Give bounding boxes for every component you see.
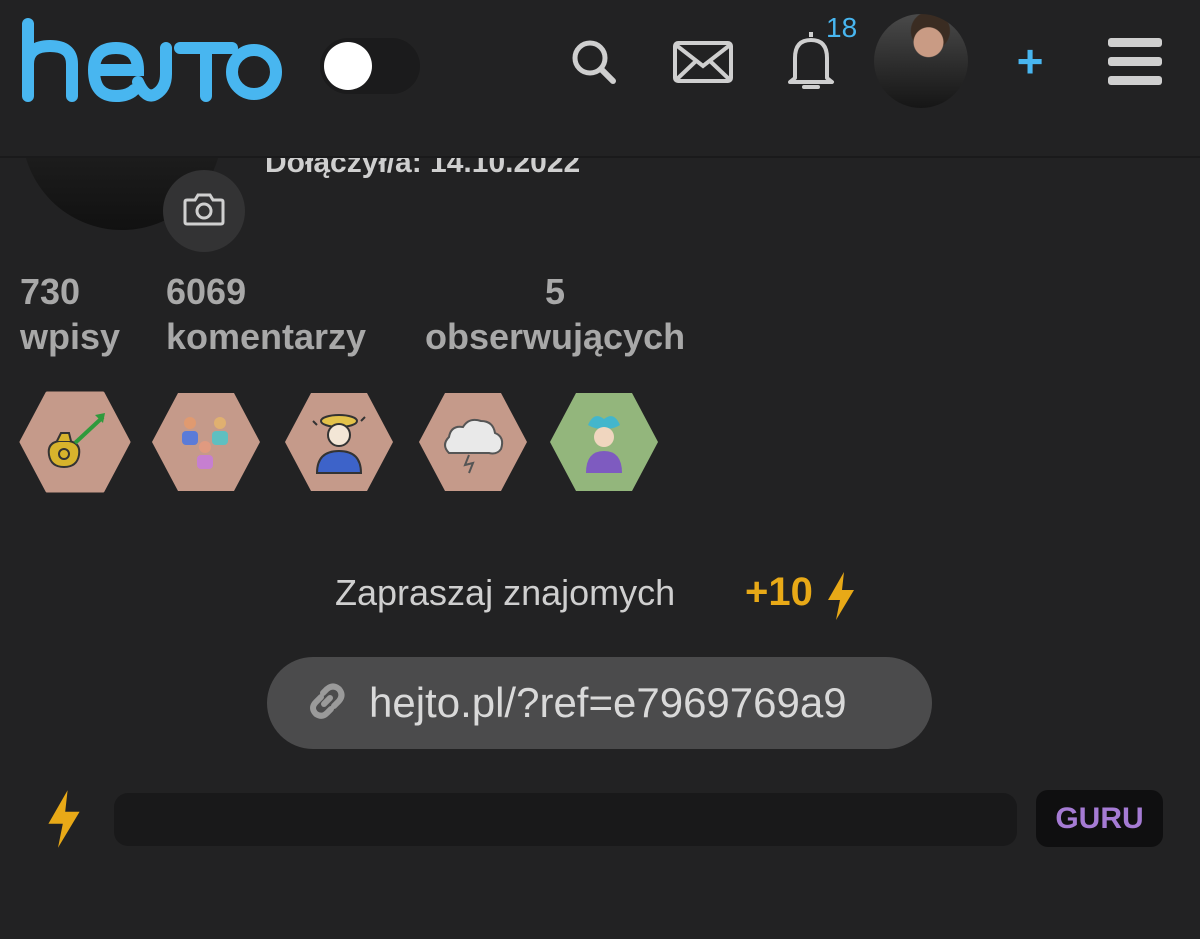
add-post-button[interactable]: + <box>1010 36 1050 86</box>
hejto-logo[interactable] <box>20 18 282 109</box>
top-header: 18 + <box>0 0 1200 158</box>
toggle-knob[interactable] <box>324 42 372 90</box>
stat-label: wpisy <box>20 316 121 357</box>
stat-value: 5 <box>545 271 566 312</box>
stat-value: 730 <box>20 271 81 312</box>
mind-blown-badge[interactable] <box>548 391 660 493</box>
menu-icon[interactable] <box>1108 38 1162 91</box>
referral-link-button[interactable]: hejto.pl/?ref=e7969769a9 <box>267 657 932 749</box>
lightning-icon <box>46 790 82 853</box>
stat-value: 6069 <box>166 271 247 312</box>
stat-label: obserwujących <box>425 316 686 357</box>
money-growth-badge[interactable] <box>19 391 131 493</box>
stat-posts[interactable]: 730 wpisy <box>20 270 120 360</box>
notification-count: 18 <box>826 12 858 43</box>
rank-badge[interactable]: GURU <box>1036 790 1163 847</box>
user-avatar[interactable] <box>874 14 968 108</box>
invite-bonus: +10 <box>745 570 813 614</box>
stat-comments[interactable]: 6069 komentarzy <box>166 270 366 360</box>
referral-link: hejto.pl/?ref=e7969769a9 <box>369 679 847 726</box>
invite-text: Zapraszaj znajomych <box>335 572 676 613</box>
stat-label: komentarzy <box>166 316 367 357</box>
bottom-section-edge <box>0 928 1200 939</box>
mind-badge[interactable] <box>283 391 395 493</box>
search-icon[interactable] <box>570 38 618 91</box>
lightning-icon <box>826 572 856 625</box>
stat-followers[interactable]: 5 obserwujących <box>425 270 685 360</box>
dark-mode-toggle[interactable] <box>320 38 420 94</box>
storm-cloud-badge[interactable] <box>417 391 529 493</box>
link-icon <box>307 681 347 726</box>
camera-icon <box>183 192 225 231</box>
mail-icon[interactable] <box>672 40 734 89</box>
points-progress-bar <box>114 793 1017 846</box>
change-photo-button[interactable] <box>163 170 245 252</box>
community-badge[interactable] <box>150 391 262 493</box>
